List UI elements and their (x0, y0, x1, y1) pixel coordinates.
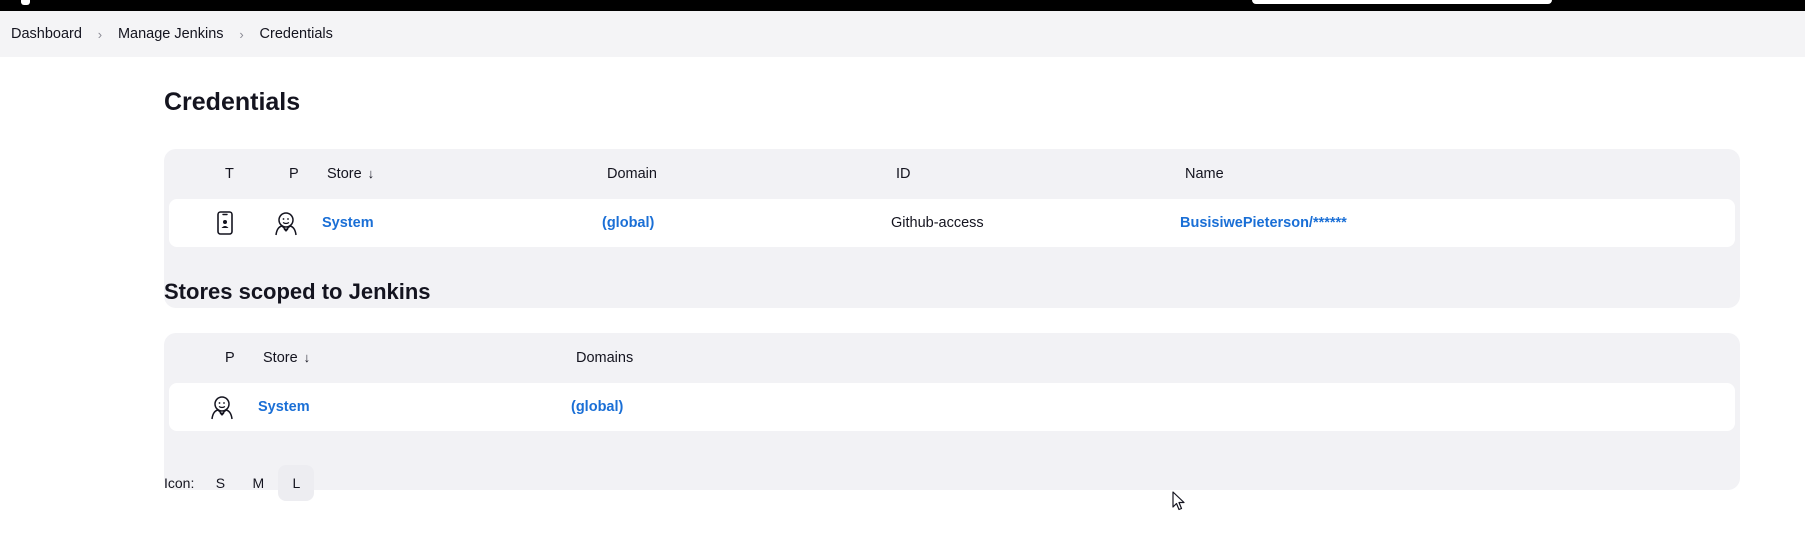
chevron-right-icon: › (97, 26, 103, 42)
table-row: System (global) (169, 383, 1735, 431)
col-header-name[interactable]: Name (1185, 149, 1224, 199)
jenkins-logo[interactable] (21, 0, 30, 5)
breadcrumb-manage-jenkins[interactable]: Manage Jenkins (118, 26, 224, 42)
col-header-domain[interactable]: Domain (607, 149, 657, 199)
breadcrumb-dashboard[interactable]: Dashboard (11, 26, 82, 42)
store-link[interactable]: System (258, 383, 310, 431)
top-header-bar (0, 0, 1805, 11)
icon-size-small-button[interactable]: S (202, 465, 238, 501)
col-header-store-label: Store (263, 350, 298, 366)
col-header-domains[interactable]: Domains (576, 333, 633, 383)
store-link[interactable]: System (322, 199, 374, 247)
col-header-provider[interactable]: P (225, 333, 235, 383)
col-header-provider[interactable]: P (289, 149, 299, 199)
jenkins-butler-icon (209, 394, 235, 420)
col-header-store[interactable]: Store ↓ (327, 149, 374, 199)
credential-name-link[interactable]: BusisiwePieterson/****** (1180, 199, 1347, 247)
jenkins-butler-icon (273, 210, 299, 236)
icon-size-label: Icon: (164, 475, 195, 491)
sort-down-icon: ↓ (367, 166, 375, 181)
col-header-type[interactable]: T (225, 149, 234, 199)
breadcrumb-credentials[interactable]: Credentials (260, 26, 333, 42)
domains-link[interactable]: (global) (571, 383, 623, 431)
stores-table: P Store ↓ Domains System (global) (164, 333, 1740, 490)
page-title: Credentials (164, 88, 301, 116)
breadcrumb: Dashboard › Manage Jenkins › Credentials (0, 11, 1805, 57)
col-header-id[interactable]: ID (896, 149, 911, 199)
icon-size-medium-button[interactable]: M (240, 465, 276, 501)
credential-id: Github-access (891, 215, 984, 231)
stores-section-title: Stores scoped to Jenkins (164, 279, 431, 304)
search-box[interactable] (1252, 0, 1552, 4)
phone-credential-icon (212, 210, 238, 236)
table-row: System (global) Github-access BusisiwePi… (169, 199, 1735, 247)
col-header-store[interactable]: Store ↓ (263, 333, 310, 383)
icon-size-selector: Icon: S M L (164, 465, 316, 501)
table-header: P Store ↓ Domains (169, 333, 1735, 383)
table-header: T P Store ↓ Domain ID Name (169, 149, 1735, 199)
mouse-pointer-icon (1172, 491, 1186, 511)
domain-link[interactable]: (global) (602, 199, 654, 247)
chevron-right-icon: › (239, 26, 244, 42)
col-header-store-label: Store (327, 166, 362, 182)
sort-down-icon: ↓ (303, 350, 311, 365)
icon-size-large-button[interactable]: L (278, 465, 315, 501)
